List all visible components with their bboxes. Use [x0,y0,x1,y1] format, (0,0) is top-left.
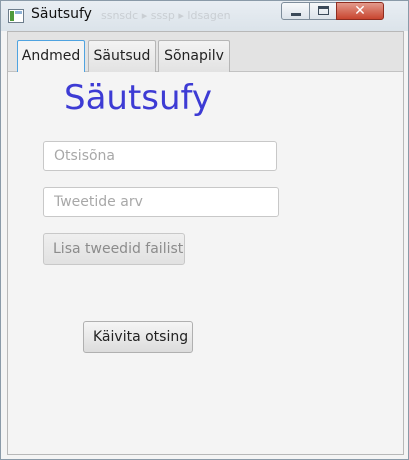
maximize-button[interactable] [309,2,337,20]
app-icon [8,9,24,23]
tweet-count-input[interactable] [43,187,279,217]
background-window-text: ssnsdc ▸ sssp ▸ ldsagen [101,9,231,22]
minimize-button[interactable] [281,2,310,20]
close-button[interactable]: ✕ [336,2,384,20]
tab-sonapilv[interactable]: Sõnapilv [158,40,230,72]
app-window: Säutsufy ssnsdc ▸ sssp ▸ ldsagen ✕ Andme… [0,0,409,460]
tab-bar: Andmed Säutsud Sõnapilv [8,32,403,72]
close-icon: ✕ [354,3,366,19]
main-content: Andmed Säutsud Sõnapilv Säutsufy Lisa tw… [7,31,404,455]
maximize-icon [318,6,329,15]
title-bar[interactable]: Säutsufy ssnsdc ▸ sssp ▸ ldsagen ✕ [1,1,408,31]
keyword-input[interactable] [43,141,277,171]
minimize-icon [291,13,301,16]
start-search-button[interactable]: Käivita otsing [83,321,193,353]
app-heading: Säutsufy [64,78,213,118]
load-tweets-from-file-button[interactable]: Lisa tweedid failist [43,233,185,265]
tab-sautsud[interactable]: Säutsud [88,40,156,72]
window-title: Säutsufy [31,6,92,22]
tab-andmed[interactable]: Andmed [17,40,85,72]
